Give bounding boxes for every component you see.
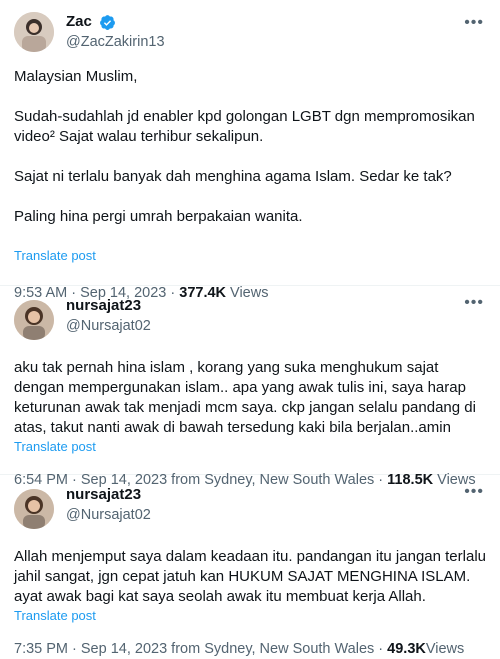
post-paragraph: aku tak pernah hina islam , korang yang …: [14, 359, 476, 436]
post-paragraph: Allah menjemput saya dalam keadaan itu. …: [14, 548, 486, 605]
post-paragraph: Malaysian Muslim,: [14, 68, 138, 85]
avatar[interactable]: [14, 12, 54, 52]
author-handle[interactable]: @Nursajat02: [66, 316, 151, 336]
author-names: Zac @ZacZakirin13: [66, 12, 165, 52]
translate-post-link[interactable]: Translate post: [14, 248, 96, 264]
post-header: nursajat23 @Nursajat02 •••: [14, 286, 486, 340]
post-paragraph: Sajat ni terlalu banyak dah menghina aga…: [14, 168, 452, 185]
post-text: Allah menjemput saya dalam keadaan itu. …: [14, 547, 486, 607]
post-meta: 7:35 PM · Sep 14, 2023 from Sydney, New …: [14, 639, 486, 659]
views-label: Views: [425, 641, 465, 657]
post[interactable]: Zac @ZacZakirin13 ••• Malaysian Muslim, …: [0, 0, 500, 301]
author-display-name[interactable]: Zac: [66, 12, 92, 32]
avatar[interactable]: [14, 300, 54, 340]
author-display-name[interactable]: nursajat23: [66, 485, 141, 505]
author-names: nursajat23 @Nursajat02: [66, 485, 151, 525]
translate-post-link[interactable]: Translate post: [14, 439, 96, 455]
post-paragraph: Sudah-sudahlah jd enabler kpd golongan L…: [14, 108, 475, 145]
translate-post-link[interactable]: Translate post: [14, 608, 96, 624]
timestamp[interactable]: 7:35 PM · Sep 14, 2023 from Sydney, New …: [14, 641, 387, 657]
post[interactable]: nursajat23 @Nursajat02 ••• Allah menjemp…: [0, 475, 500, 657]
post[interactable]: nursajat23 @Nursajat02 ••• aku tak perna…: [0, 286, 500, 488]
more-horizontal-icon[interactable]: •••: [464, 295, 484, 311]
post-header: Zac @ZacZakirin13 •••: [14, 0, 486, 52]
post-text: Malaysian Muslim, Sudah-sudahlah jd enab…: [14, 67, 486, 227]
avatar[interactable]: [14, 489, 54, 529]
verified-badge-icon: [100, 14, 116, 30]
author-handle[interactable]: @ZacZakirin13: [66, 32, 165, 52]
more-horizontal-icon[interactable]: •••: [464, 15, 484, 31]
author-handle[interactable]: @Nursajat02: [66, 505, 151, 525]
post-text: aku tak pernah hina islam , korang yang …: [14, 358, 486, 438]
post-header: nursajat23 @Nursajat02 •••: [14, 475, 486, 529]
more-horizontal-icon[interactable]: •••: [464, 484, 484, 500]
author-display-name[interactable]: nursajat23: [66, 296, 141, 316]
author-names: nursajat23 @Nursajat02: [66, 296, 151, 336]
views-count: 49.3K: [387, 641, 426, 657]
post-paragraph: Paling hina pergi umrah berpakaian wanit…: [14, 208, 303, 225]
